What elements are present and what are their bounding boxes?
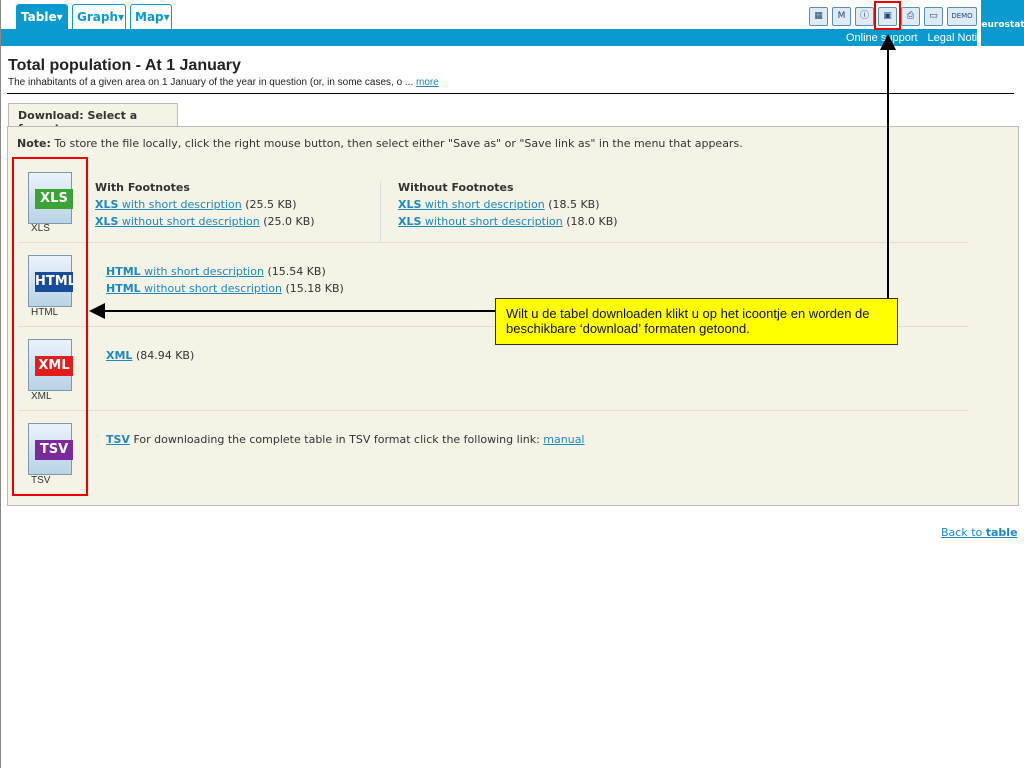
back-to-table-link[interactable]: Back to table bbox=[941, 526, 1018, 539]
annotation-arrows bbox=[89, 34, 896, 319]
annotation-callout: Wilt u de tabel downloaden klikt u op he… bbox=[495, 298, 898, 345]
